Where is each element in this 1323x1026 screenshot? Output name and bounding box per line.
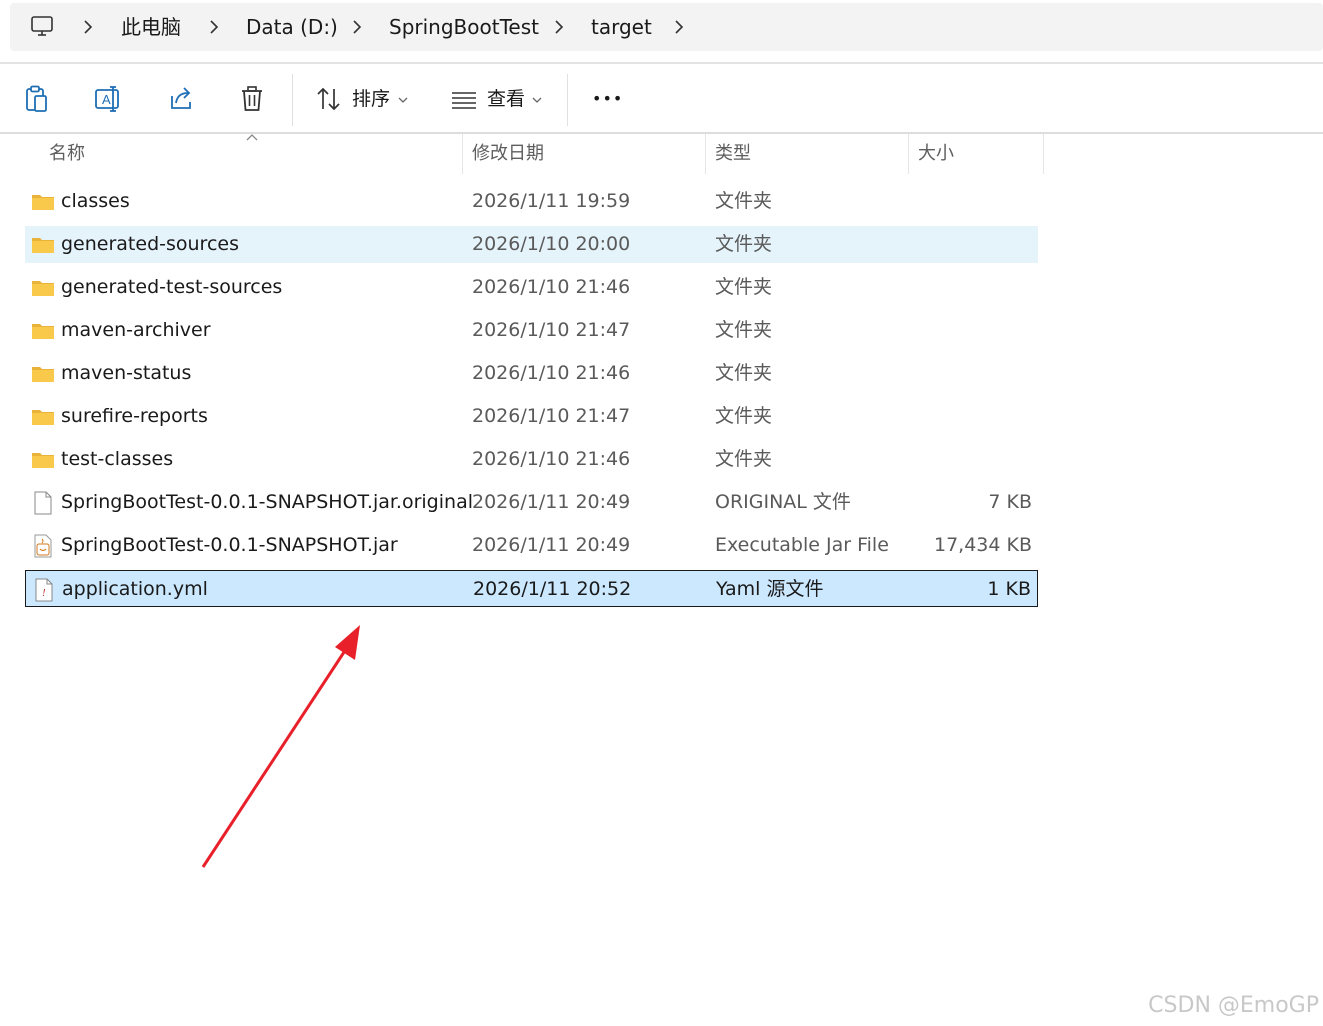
file-row[interactable]: generated-test-sources 2026/1/10 21:46 文件夹: [25, 269, 1038, 306]
rename-icon[interactable]: A: [93, 84, 123, 114]
file-name: generated-sources: [61, 233, 239, 255]
jar-file-icon: [34, 534, 52, 558]
file-row[interactable]: ! application.yml 2026/1/11 20:52 Yaml 源文件 1…: [25, 570, 1038, 607]
chevron-right-icon[interactable]: [82, 18, 94, 36]
file-type: 文件夹: [715, 276, 773, 298]
file-type: Executable Jar File: [715, 534, 889, 556]
breadcrumb-item-data-drive[interactable]: Data (D:): [246, 14, 338, 40]
file-name: application.yml: [62, 578, 208, 600]
folder-icon: [32, 453, 54, 468]
file-modified-date: 2026/1/11 20:52: [473, 578, 632, 600]
file-modified-date: 2026/1/10 20:00: [472, 233, 631, 255]
file-name: generated-test-sources: [61, 276, 283, 298]
file-row[interactable]: surefire-reports 2026/1/10 21:47 文件夹: [25, 398, 1038, 435]
file-modified-date: 2026/1/11 20:49: [472, 491, 631, 513]
share-icon[interactable]: [166, 84, 196, 114]
sort-button[interactable]: 排序: [352, 86, 390, 112]
toolbar-divider: [292, 74, 293, 126]
sort-icon[interactable]: [314, 84, 344, 114]
folder-icon: [32, 367, 54, 382]
file-type: 文件夹: [715, 362, 773, 384]
file-name: SpringBootTest-0.0.1-SNAPSHOT.jar: [61, 534, 398, 556]
watermark: CSDN @EmoGP: [1148, 993, 1319, 1018]
file-type: 文件夹: [715, 448, 773, 470]
file-type: Yaml 源文件: [716, 578, 824, 600]
folder-icon: [32, 195, 54, 210]
chevron-down-icon[interactable]: [398, 96, 408, 104]
command-bar: A 排序 查看 •••: [0, 64, 1323, 134]
file-row[interactable]: maven-status 2026/1/10 21:46 文件夹: [25, 355, 1038, 392]
file-name: classes: [61, 190, 130, 212]
breadcrumb[interactable]: [10, 3, 1323, 51]
column-header-name[interactable]: 名称: [49, 142, 85, 166]
folder-icon: [32, 324, 54, 339]
file-type: 文件夹: [715, 190, 773, 212]
file-name: maven-status: [61, 362, 192, 384]
breadcrumb-item-this-pc[interactable]: 此电脑: [121, 14, 181, 40]
file-type: 文件夹: [715, 405, 773, 427]
file-type: ORIGINAL 文件: [715, 491, 851, 513]
file-name: maven-archiver: [61, 319, 211, 341]
folder-icon: [32, 410, 54, 425]
file-row[interactable]: maven-archiver 2026/1/10 21:47 文件夹: [25, 312, 1038, 349]
file-row[interactable]: test-classes 2026/1/10 21:46 文件夹: [25, 441, 1038, 478]
column-header-date[interactable]: 修改日期: [472, 142, 544, 166]
trash-icon[interactable]: [237, 84, 267, 114]
folder-icon: [32, 281, 54, 296]
column-divider[interactable]: [462, 134, 463, 174]
file-row[interactable]: SpringBootTest-0.0.1-SNAPSHOT.jar.origin…: [25, 484, 1038, 521]
file-name: test-classes: [61, 448, 174, 470]
more-options-button[interactable]: •••: [592, 86, 623, 112]
file-modified-date: 2026/1/11 19:59: [472, 190, 631, 212]
breadcrumb-item-target[interactable]: target: [591, 14, 652, 40]
column-divider[interactable]: [908, 134, 909, 174]
chevron-right-icon[interactable]: [553, 18, 565, 36]
file-modified-date: 2026/1/10 21:47: [472, 405, 631, 427]
file-size: 1 KB: [987, 578, 1031, 600]
chevron-down-icon[interactable]: [532, 96, 542, 104]
chevron-right-icon[interactable]: [351, 18, 363, 36]
file-type: 文件夹: [715, 233, 773, 255]
breadcrumb-item-springboottest[interactable]: SpringBootTest: [389, 14, 539, 40]
file-modified-date: 2026/1/11 20:49: [472, 534, 631, 556]
file-type: 文件夹: [715, 319, 773, 341]
file-size: 7 KB: [988, 491, 1032, 513]
file-modified-date: 2026/1/10 21:47: [472, 319, 631, 341]
column-header-type[interactable]: 类型: [715, 142, 751, 166]
clipboard-icon[interactable]: [22, 84, 52, 114]
annotation-arrow-icon: [201, 625, 360, 868]
file-icon: [34, 491, 52, 515]
file-name: SpringBootTest-0.0.1-SNAPSHOT.jar.origin…: [61, 491, 473, 513]
chevron-right-icon[interactable]: [208, 18, 220, 36]
chevron-right-icon[interactable]: [673, 18, 685, 36]
this-pc-icon[interactable]: [30, 14, 54, 38]
toolbar-divider: [567, 74, 568, 126]
column-divider[interactable]: [1043, 134, 1044, 174]
yaml-file-icon: !: [35, 578, 53, 602]
sort-ascending-caret-icon: [246, 134, 258, 141]
column-divider[interactable]: [705, 134, 706, 174]
svg-text:!: !: [42, 587, 46, 599]
file-row[interactable]: SpringBootTest-0.0.1-SNAPSHOT.jar 2026/1/…: [25, 527, 1038, 564]
file-name: surefire-reports: [61, 405, 208, 427]
file-modified-date: 2026/1/10 21:46: [472, 362, 631, 384]
view-icon[interactable]: [449, 84, 479, 114]
folder-icon: [32, 238, 54, 253]
svg-text:A: A: [102, 92, 111, 107]
file-modified-date: 2026/1/10 21:46: [472, 448, 631, 470]
file-size: 17,434 KB: [933, 534, 1032, 556]
file-row[interactable]: generated-sources 2026/1/10 20:00 文件夹: [25, 226, 1038, 263]
column-header-size[interactable]: 大小: [918, 142, 954, 166]
file-modified-date: 2026/1/10 21:46: [472, 276, 631, 298]
file-row[interactable]: classes 2026/1/11 19:59 文件夹: [25, 183, 1038, 220]
view-button[interactable]: 查看: [487, 86, 525, 112]
address-bar: 此电脑 Data (D:) SpringBootTest target: [0, 0, 1323, 64]
